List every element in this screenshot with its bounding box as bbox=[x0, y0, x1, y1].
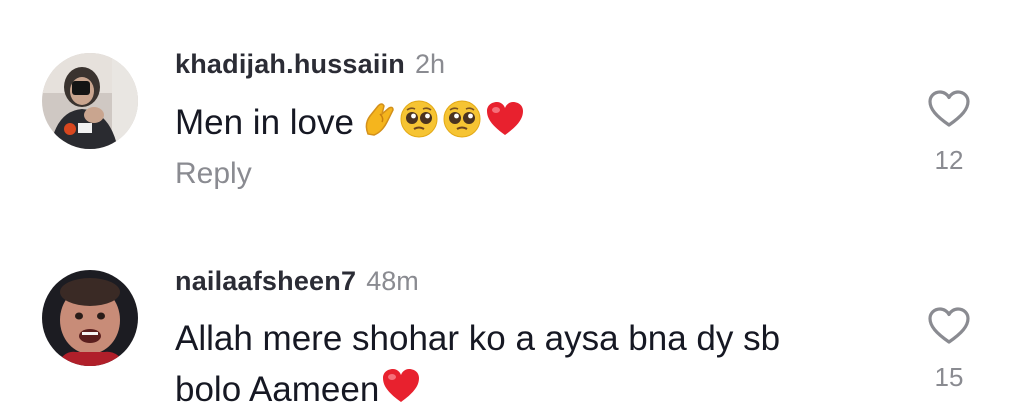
comment-text: Allah mere shohar ko a aysa bna dy sb bo… bbox=[175, 313, 875, 415]
comment-item: nailaafsheen7 48m Allah mere shohar ko a … bbox=[0, 0, 1024, 413]
heart-outline-icon bbox=[928, 307, 970, 344]
like-button[interactable] bbox=[927, 306, 971, 351]
comment-meta: nailaafsheen7 48m bbox=[175, 266, 419, 297]
comment-text-line-2: bolo Aameen bbox=[175, 364, 875, 415]
avatar[interactable] bbox=[42, 270, 138, 366]
avatar-image bbox=[42, 270, 138, 366]
comment-text-content: bolo Aameen bbox=[175, 370, 380, 409]
emoji-group bbox=[381, 367, 421, 405]
red-heart-emoji bbox=[383, 369, 420, 402]
username[interactable]: nailaafsheen7 bbox=[175, 266, 356, 296]
timestamp: 48m bbox=[366, 266, 419, 296]
comment-text-line: Allah mere shohar ko a aysa bna dy sb bbox=[175, 319, 781, 358]
like-count: 15 bbox=[934, 362, 964, 392]
